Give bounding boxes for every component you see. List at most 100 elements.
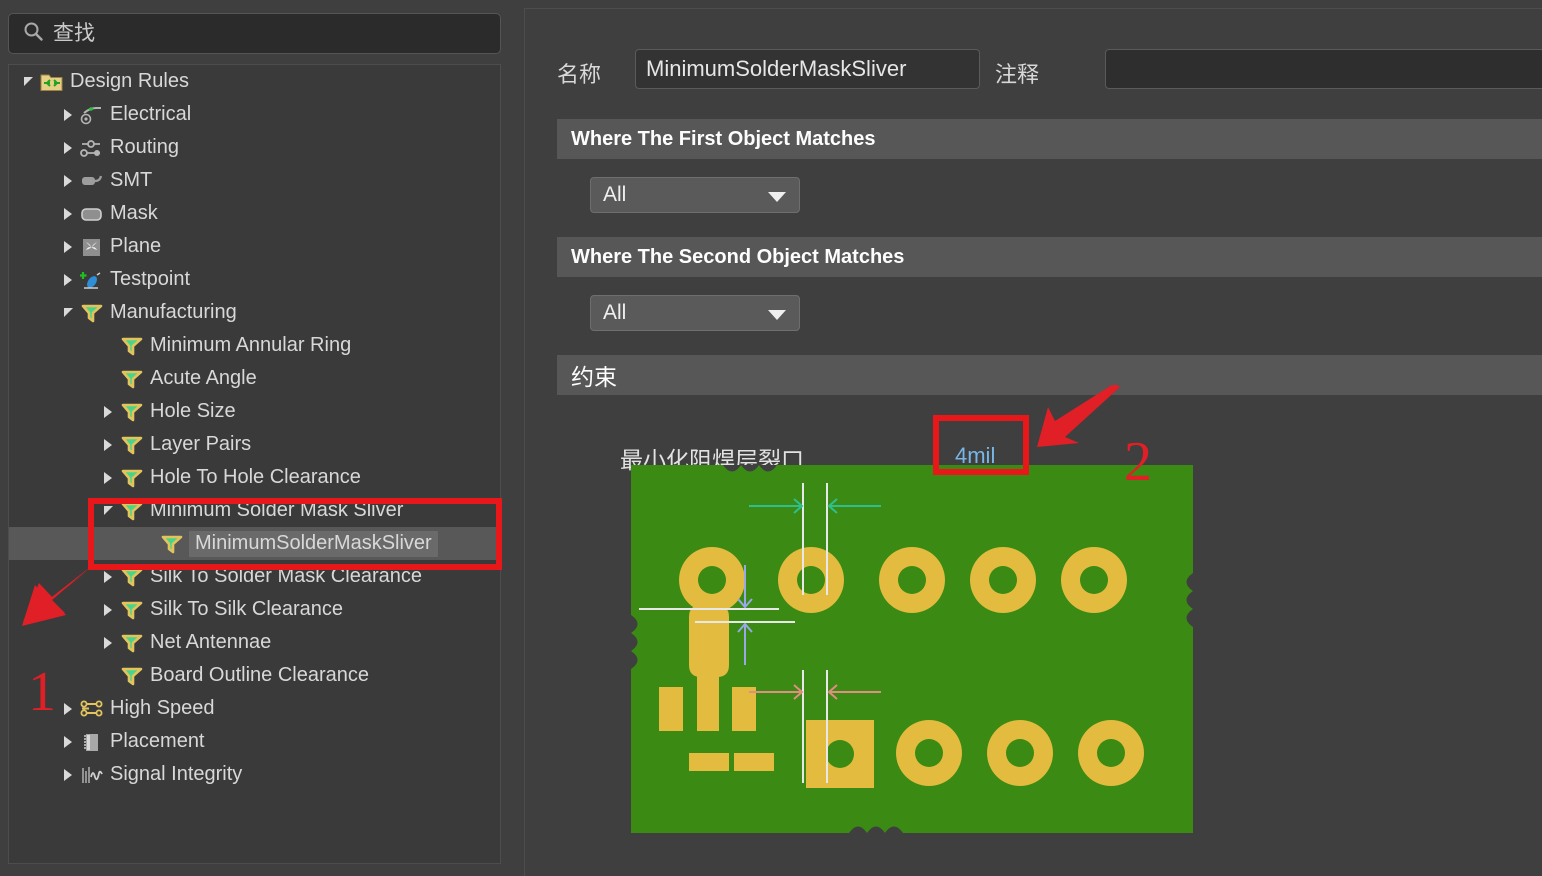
tree-item-manufacturing[interactable]: Manufacturing <box>9 296 500 329</box>
tree-item-label: Design Rules <box>70 70 189 92</box>
tree-item-minimum-solder-mask-sliver[interactable]: Minimum Solder Mask Sliver <box>9 494 500 527</box>
tree-expand-arrow[interactable] <box>57 758 79 791</box>
manufacturing-icon <box>119 665 145 687</box>
tree-expand-arrow[interactable] <box>97 395 119 428</box>
tree-collapse-arrow[interactable] <box>17 65 39 98</box>
search-input[interactable]: 查找 <box>8 13 501 54</box>
tree-item-mask[interactable]: Mask <box>9 197 500 230</box>
tree-item-label: Mask <box>110 202 158 224</box>
tree-item-label: Manufacturing <box>110 301 237 323</box>
mask-icon <box>79 203 105 225</box>
tree-item-label: Testpoint <box>110 268 191 290</box>
pcb-preview-illustration <box>631 465 1193 833</box>
tree-item-testpoint[interactable]: Testpoint <box>9 263 500 296</box>
first-object-scope-select[interactable]: All <box>590 177 800 213</box>
tree-item-layer-pairs[interactable]: Layer Pairs <box>9 428 500 461</box>
tree-item-smt[interactable]: SMT <box>9 164 500 197</box>
tree-twisty-spacer <box>137 527 159 560</box>
tree-item-label: Minimum Solder Mask Sliver <box>150 499 404 521</box>
design-rules-tree[interactable]: Design Rules Electrical Routing SMT Mask Plan… <box>8 64 501 864</box>
tree-item-minimumsoldermasksliver[interactable]: MinimumSolderMaskSliver <box>9 527 500 560</box>
tree-expand-arrow[interactable] <box>57 230 79 263</box>
rule-details-panel: 名称 MinimumSolderMaskSliver 注释 Where The … <box>524 8 1542 876</box>
manufacturing-icon <box>119 566 145 588</box>
chevron-down-icon <box>768 192 786 202</box>
tree-item-label: Routing <box>110 136 179 158</box>
tree-expand-arrow[interactable] <box>57 131 79 164</box>
tree-item-label: Silk To Silk Clearance <box>150 598 344 620</box>
second-object-scope-value: All <box>603 301 627 324</box>
tree-item-design-rules[interactable]: Design Rules <box>9 65 500 98</box>
placement-icon <box>79 731 105 753</box>
rule-comment-input[interactable] <box>1105 49 1542 89</box>
tree-expand-arrow[interactable] <box>57 263 79 296</box>
tree-expand-arrow[interactable] <box>57 197 79 230</box>
manufacturing-icon <box>119 335 145 357</box>
second-object-scope-select[interactable]: All <box>590 295 800 331</box>
tree-item-silk-to-silk-clearance[interactable]: Silk To Silk Clearance <box>9 593 500 626</box>
tree-item-plane[interactable]: Plane <box>9 230 500 263</box>
tree-expand-arrow[interactable] <box>97 626 119 659</box>
manufacturing-icon <box>119 434 145 456</box>
tree-item-label: Hole Size <box>150 400 236 422</box>
manufacturing-icon <box>119 632 145 654</box>
name-label: 名称 <box>557 62 602 87</box>
tree-expand-arrow[interactable] <box>57 692 79 725</box>
tree-item-label: Board Outline Clearance <box>150 664 370 686</box>
tree-expand-arrow[interactable] <box>57 98 79 131</box>
tree-twisty-spacer <box>97 362 119 395</box>
tree-item-label: Silk To Solder Mask Clearance <box>150 565 422 587</box>
tree-item-silk-to-solder-mask-clearance[interactable]: Silk To Solder Mask Clearance <box>9 560 500 593</box>
tree-item-label: Acute Angle <box>150 367 257 389</box>
tree-expand-arrow[interactable] <box>57 164 79 197</box>
tree-item-placement[interactable]: Placement <box>9 725 500 758</box>
tree-item-label: Signal Integrity <box>110 763 243 785</box>
first-object-section-header: Where The First Object Matches <box>557 119 1542 159</box>
manufacturing-icon <box>119 368 145 390</box>
signal-integrity-icon <box>79 764 105 786</box>
constraints-section-header: 约束 <box>557 355 1542 395</box>
tree-expand-arrow[interactable] <box>97 593 119 626</box>
tree-item-routing[interactable]: Routing <box>9 131 500 164</box>
tree-item-hole-size[interactable]: Hole Size <box>9 395 500 428</box>
tree-item-label: Placement <box>110 730 205 752</box>
tree-item-hole-to-hole-clearance[interactable]: Hole To Hole Clearance <box>9 461 500 494</box>
tree-collapse-arrow[interactable] <box>57 296 79 329</box>
tree-expand-arrow[interactable] <box>57 725 79 758</box>
rule-identity-row: 名称 MinimumSolderMaskSliver 注释 <box>525 49 1542 95</box>
manufacturing-icon <box>119 500 145 522</box>
testpoint-icon <box>79 269 105 291</box>
tree-twisty-spacer <box>97 659 119 692</box>
tree-item-label: Hole To Hole Clearance <box>150 466 361 488</box>
tree-item-label: Layer Pairs <box>150 433 252 455</box>
tree-expand-arrow[interactable] <box>97 428 119 461</box>
tree-item-label: Minimum Annular Ring <box>150 334 352 356</box>
tree-item-acute-angle[interactable]: Acute Angle <box>9 362 500 395</box>
routing-icon <box>79 137 105 159</box>
second-object-section-header: Where The Second Object Matches <box>557 237 1542 277</box>
search-icon <box>23 21 43 46</box>
tree-collapse-arrow[interactable] <box>97 494 119 527</box>
tree-item-label: SMT <box>110 169 153 191</box>
manufacturing-icon <box>119 467 145 489</box>
tree-item-signal-integrity[interactable]: Signal Integrity <box>9 758 500 791</box>
tree-item-high-speed[interactable]: High Speed <box>9 692 500 725</box>
manufacturing-icon <box>119 599 145 621</box>
tree-item-minimum-annular-ring[interactable]: Minimum Annular Ring <box>9 329 500 362</box>
manufacturing-icon <box>159 533 185 555</box>
first-object-scope-value: All <box>603 183 627 206</box>
tree-expand-arrow[interactable] <box>97 560 119 593</box>
manufacturing-icon <box>79 302 105 324</box>
tree-item-label: Electrical <box>110 103 192 125</box>
electrical-icon <box>79 104 105 126</box>
design-rules-sidebar: 查找 Design Rules Electrical Routing SMT Mask P… <box>0 0 511 876</box>
tree-item-board-outline-clearance[interactable]: Board Outline Clearance <box>9 659 500 692</box>
tree-item-label: Net Antennae <box>150 631 272 653</box>
rule-name-input[interactable]: MinimumSolderMaskSliver <box>635 49 980 89</box>
chevron-down-icon <box>768 310 786 320</box>
design-rules-folder-icon <box>39 71 65 93</box>
smt-icon <box>79 170 105 192</box>
tree-item-net-antennae[interactable]: Net Antennae <box>9 626 500 659</box>
tree-item-electrical[interactable]: Electrical <box>9 98 500 131</box>
tree-expand-arrow[interactable] <box>97 461 119 494</box>
